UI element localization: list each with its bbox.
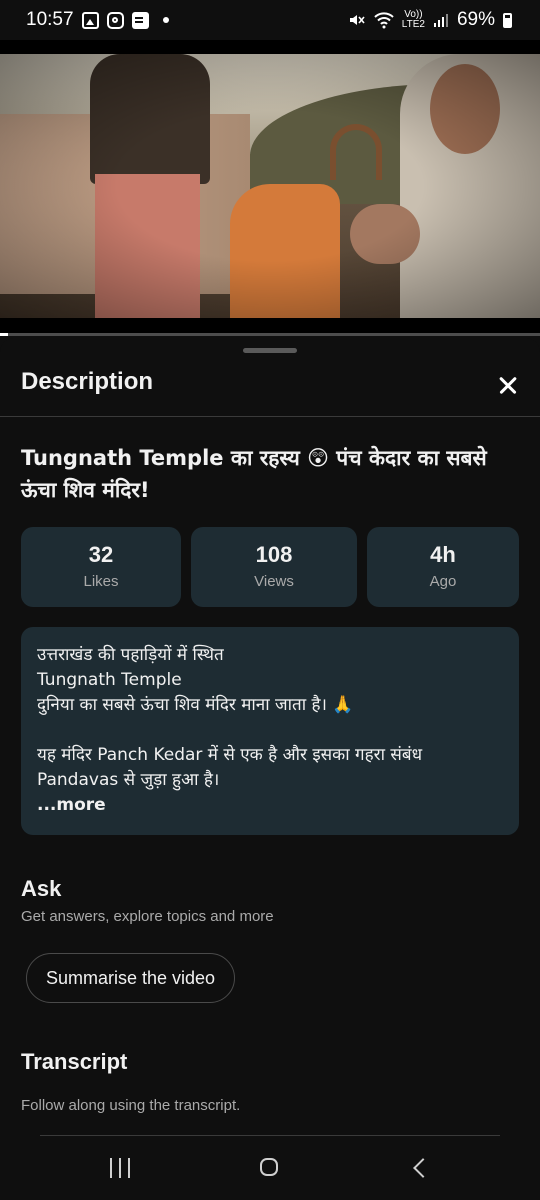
description-line: दुनिया का सबसे ऊंचा शिव मंदिर माना जाता … xyxy=(37,695,354,715)
back-icon[interactable] xyxy=(402,1154,442,1184)
battery-percent: 69% xyxy=(456,9,495,30)
status-bar: 10:57 Vo)) LTE2 69% xyxy=(0,0,540,40)
signal-icon xyxy=(433,14,448,27)
sheet-title: Description xyxy=(21,368,154,395)
video-progress-bar[interactable] xyxy=(0,333,540,336)
status-time: 10:57 xyxy=(26,9,74,30)
description-line: यह मंदिर Panch Kedar में से एक है और इसक… xyxy=(37,745,423,765)
battery-icon xyxy=(503,12,512,28)
description-line: Tungnath Temple xyxy=(37,670,182,690)
stats-row: 32 Likes 108 Views 4h Ago xyxy=(21,527,519,607)
video-title: Tungnath Temple का रहस्य 😲 पंच केदार का … xyxy=(21,446,487,502)
description-line: Pandavas से जुड़ा हुआ है। xyxy=(37,770,220,790)
instagram-icon xyxy=(106,11,124,29)
navigation-bar xyxy=(0,1136,540,1200)
divider xyxy=(0,416,540,417)
views-label: Views xyxy=(254,573,294,590)
views-stat: 108 Views xyxy=(191,527,357,607)
description-box[interactable]: उत्तराखंड की पहाड़ियों में स्थित Tungnat… xyxy=(21,627,519,835)
drag-handle[interactable] xyxy=(243,348,297,353)
video-thumbnail xyxy=(0,54,540,318)
news-icon xyxy=(131,11,149,29)
description-sheet: Description Tungnath Temple का रहस्य 😲 प… xyxy=(0,338,540,1200)
gallery-icon xyxy=(81,11,99,29)
video-player[interactable] xyxy=(0,40,540,336)
screen: 10:57 Vo)) LTE2 69% Description Tungnath… xyxy=(0,0,540,1200)
home-icon[interactable] xyxy=(250,1154,290,1184)
close-icon[interactable] xyxy=(490,368,526,404)
network-type-bottom: LTE2 xyxy=(401,19,425,30)
description-line: उत्तराखंड की पहाड़ियों में स्थित xyxy=(37,645,224,665)
likes-label: Likes xyxy=(83,573,119,590)
network-type-label: Vo)) LTE2 xyxy=(402,10,425,30)
views-count: 108 xyxy=(255,542,293,567)
description-line xyxy=(37,718,503,743)
summarise-video-button[interactable]: Summarise the video xyxy=(26,953,235,1003)
age-value: 4h xyxy=(430,542,456,567)
transcript-title: Transcript xyxy=(21,1049,128,1074)
transcript-subtitle: Follow along using the transcript. xyxy=(21,1097,241,1114)
age-stat: 4h Ago xyxy=(367,527,519,607)
mute-icon xyxy=(349,15,365,25)
age-label: Ago xyxy=(429,573,457,590)
more-link[interactable]: ...more xyxy=(37,793,503,818)
likes-stat: 32 Likes xyxy=(21,527,181,607)
status-left: 10:57 xyxy=(26,9,169,31)
status-right: Vo)) LTE2 69% xyxy=(348,9,512,31)
notification-dot-icon xyxy=(162,17,169,23)
ask-title: Ask xyxy=(21,876,62,901)
wifi-icon xyxy=(374,12,394,29)
likes-count: 32 xyxy=(88,542,114,567)
recents-icon[interactable] xyxy=(100,1154,140,1184)
ask-subtitle: Get answers, explore topics and more xyxy=(21,908,274,925)
video-progress-fill xyxy=(0,333,9,336)
